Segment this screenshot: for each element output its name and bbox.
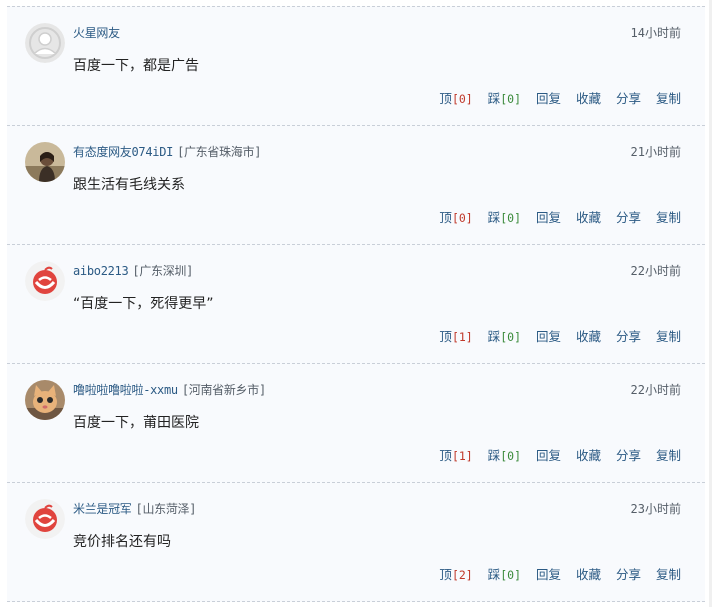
upvote-label: 顶 <box>439 210 452 225</box>
avatar[interactable] <box>25 142 65 182</box>
copy-button[interactable]: 复制 <box>656 91 681 106</box>
downvote-button[interactable]: 踩[0] <box>488 567 521 582</box>
comment-actions: 顶[1] 踩[0] 回复 收藏 分享 复制 <box>428 447 681 465</box>
upvote-button[interactable]: 顶[0] <box>439 210 472 225</box>
reply-button[interactable]: 回复 <box>536 448 561 463</box>
comment-content: 百度一下，都是广告 <box>73 58 199 74</box>
downvote-label: 踩 <box>487 210 501 225</box>
share-button[interactable]: 分享 <box>616 448 641 463</box>
favorite-button[interactable]: 收藏 <box>576 210 601 225</box>
avatar[interactable] <box>25 380 65 420</box>
reply-button[interactable]: 回复 <box>536 567 561 582</box>
downvote-count: [0] <box>500 211 521 225</box>
default-user-avatar-icon <box>25 23 65 63</box>
favorite-button[interactable]: 收藏 <box>576 91 601 106</box>
comment-item: aibo2213 [广东深圳] 22小时前 “百度一下，死得更早” 顶[1] 踩[… <box>7 245 705 364</box>
reply-button[interactable]: 回复 <box>536 91 561 106</box>
downvote-count: [0] <box>500 330 521 344</box>
downvote-count: [0] <box>500 568 521 582</box>
comment-content: 跟生活有毛线关系 <box>73 177 185 193</box>
downvote-button[interactable]: 踩[0] <box>488 329 521 344</box>
upvote-button[interactable]: 顶[1] <box>439 448 472 463</box>
comment-time: 21小时前 <box>630 145 681 159</box>
comment-list: 火星网友 14小时前 百度一下，都是广告 顶[0] 踩[0] 回复 收藏 分享 … <box>7 6 705 602</box>
downvote-label: 踩 <box>487 448 501 463</box>
reply-button[interactable]: 回复 <box>536 210 561 225</box>
comment-content: 竞价排名还有吗 <box>73 534 171 550</box>
comment-content: 百度一下，莆田医院 <box>73 415 199 431</box>
upvote-count: [1] <box>451 330 473 344</box>
user-location: [广东深圳] <box>132 264 194 278</box>
upvote-button[interactable]: 顶[1] <box>439 329 472 344</box>
avatar[interactable] <box>25 261 65 301</box>
downvote-button[interactable]: 踩[0] <box>488 210 521 225</box>
downvote-label: 踩 <box>487 91 501 106</box>
comment-time: 22小时前 <box>630 383 681 397</box>
comment-actions: 顶[2] 踩[0] 回复 收藏 分享 复制 <box>428 566 681 584</box>
netease-logo-icon <box>25 499 65 539</box>
upvote-label: 顶 <box>439 448 452 463</box>
upvote-count: [1] <box>451 449 473 463</box>
copy-button[interactable]: 复制 <box>656 210 681 225</box>
upvote-label: 顶 <box>439 567 452 582</box>
comment-item: 火星网友 14小时前 百度一下，都是广告 顶[0] 踩[0] 回复 收藏 分享 … <box>7 7 705 126</box>
user-location: [河南省新乡市] <box>181 383 266 397</box>
reply-button[interactable]: 回复 <box>536 329 561 344</box>
author-line: 米兰是冠军 [山东菏泽] <box>73 501 196 517</box>
avatar[interactable] <box>25 499 65 539</box>
comment-item: 噜啦啦噜啦啦-xxmu [河南省新乡市] 22小时前 百度一下，莆田医院 顶[1]… <box>7 364 705 483</box>
downvote-label: 踩 <box>487 567 501 582</box>
photo-avatar-woman-icon <box>25 142 65 182</box>
netease-logo-icon <box>25 261 65 301</box>
share-button[interactable]: 分享 <box>616 210 641 225</box>
username[interactable]: 有态度网友074iDI <box>73 145 173 159</box>
author-line: aibo2213 [广东深圳] <box>73 263 193 279</box>
copy-button[interactable]: 复制 <box>656 448 681 463</box>
downvote-count: [0] <box>500 449 521 463</box>
comment-time: 14小时前 <box>630 26 681 40</box>
username[interactable]: 火星网友 <box>73 26 120 40</box>
share-button[interactable]: 分享 <box>616 567 641 582</box>
upvote-label: 顶 <box>439 329 452 344</box>
favorite-button[interactable]: 收藏 <box>576 448 601 463</box>
author-line: 火星网友 <box>73 25 124 41</box>
comment-time: 22小时前 <box>630 264 681 278</box>
downvote-count: [0] <box>500 92 521 106</box>
user-location: [山东菏泽] <box>135 502 197 516</box>
photo-avatar-cat-icon <box>25 380 65 420</box>
username[interactable]: 噜啦啦噜啦啦-xxmu <box>73 383 178 397</box>
username[interactable]: 米兰是冠军 <box>73 502 132 516</box>
share-button[interactable]: 分享 <box>616 329 641 344</box>
username[interactable]: aibo2213 <box>73 264 129 278</box>
comment-item: 米兰是冠军 [山东菏泽] 23小时前 竞价排名还有吗 顶[2] 踩[0] 回复 收… <box>7 483 705 602</box>
downvote-button[interactable]: 踩[0] <box>488 91 521 106</box>
favorite-button[interactable]: 收藏 <box>576 329 601 344</box>
upvote-label: 顶 <box>439 91 452 106</box>
copy-button[interactable]: 复制 <box>656 567 681 582</box>
comment-content: “百度一下，死得更早” <box>73 296 214 312</box>
author-line: 有态度网友074iDI [广东省珠海市] <box>73 144 261 160</box>
avatar[interactable] <box>25 23 65 63</box>
upvote-count: [0] <box>451 211 473 225</box>
comment-time: 23小时前 <box>630 502 681 516</box>
user-location: [广东省珠海市] <box>177 145 262 159</box>
comment-actions: 顶[1] 踩[0] 回复 收藏 分享 复制 <box>428 328 681 346</box>
upvote-count: [2] <box>451 568 473 582</box>
copy-button[interactable]: 复制 <box>656 329 681 344</box>
upvote-button[interactable]: 顶[0] <box>439 91 472 106</box>
author-line: 噜啦啦噜啦啦-xxmu [河南省新乡市] <box>73 382 266 398</box>
comment-item: 有态度网友074iDI [广东省珠海市] 21小时前 跟生活有毛线关系 顶[0] … <box>7 126 705 245</box>
share-button[interactable]: 分享 <box>616 91 641 106</box>
upvote-button[interactable]: 顶[2] <box>439 567 472 582</box>
downvote-label: 踩 <box>487 329 501 344</box>
favorite-button[interactable]: 收藏 <box>576 567 601 582</box>
comment-actions: 顶[0] 踩[0] 回复 收藏 分享 复制 <box>428 209 681 227</box>
upvote-count: [0] <box>451 92 473 106</box>
downvote-button[interactable]: 踩[0] <box>488 448 521 463</box>
comment-actions: 顶[0] 踩[0] 回复 收藏 分享 复制 <box>428 90 681 108</box>
